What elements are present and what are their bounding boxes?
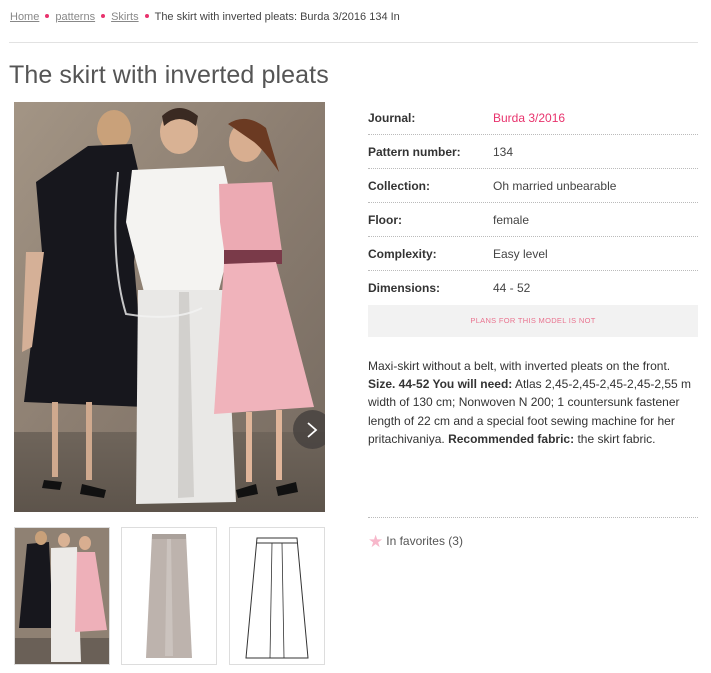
pattern-specs: Journal: Burda 3/2016 Pattern number: 13… — [368, 101, 698, 304]
breadcrumb-separator — [45, 14, 50, 19]
thumbnail-technical-drawing[interactable] — [229, 527, 325, 665]
fabric-value: the skirt fabric. — [577, 431, 656, 446]
breadcrumb-home-link[interactable]: Home — [10, 11, 39, 23]
star-icon: ★ — [368, 532, 384, 551]
spec-label: Collection: — [368, 179, 430, 193]
spec-row-floor: Floor: female — [368, 203, 698, 237]
spec-row-pattern-number: Pattern number: 134 — [368, 135, 698, 169]
breadcrumb-separator — [144, 14, 149, 19]
size-label: Size. 44-52 You will need: — [368, 377, 513, 392]
breadcrumb-separator — [101, 14, 106, 19]
next-photo-button[interactable] — [293, 410, 325, 449]
spec-row-journal: Journal: Burda 3/2016 — [368, 101, 698, 135]
thumbnail-three-women-image — [15, 528, 109, 664]
breadcrumb-skirts-link[interactable]: Skirts — [111, 11, 139, 23]
spec-row-collection: Collection: Oh married unbearable — [368, 169, 698, 203]
spec-label: Dimensions: — [368, 281, 441, 295]
fabric-label: Recommended fabric: — [448, 431, 575, 446]
spec-value: 134 — [493, 145, 514, 159]
thumbnail-skirt-drawing — [230, 528, 324, 664]
spec-row-dimensions: Dimensions: 44 - 52 — [368, 271, 698, 304]
header-divider — [9, 42, 698, 43]
thumbnail-skirt-image — [122, 528, 216, 664]
favorites-divider — [368, 517, 698, 518]
favorites-button[interactable]: ★ In favorites (3) — [368, 532, 463, 552]
favorites-label: In favorites (3) — [386, 534, 463, 548]
page-title: The skirt with inverted pleats — [9, 61, 329, 89]
breadcrumb: Home patterns Skirts The skirt with inverte… — [10, 11, 400, 23]
description-intro: Maxi-skirt without a belt, with inverted… — [368, 359, 671, 373]
chevron-right-icon — [307, 422, 318, 438]
spec-label: Journal: — [368, 111, 416, 125]
thumbnail-photo[interactable] — [14, 527, 110, 665]
breadcrumb-current: The skirt with inverted pleats: Burda 3/… — [154, 11, 400, 23]
plans-notice: PLANS FOR THIS MODEL IS NOT — [368, 305, 698, 337]
spec-label: Complexity: — [368, 247, 437, 261]
photo-three-women-in-dresses — [14, 102, 325, 512]
spec-value: Easy level — [493, 247, 548, 261]
main-product-photo[interactable] — [14, 102, 325, 512]
spec-value: 44 - 52 — [493, 281, 531, 295]
spec-label: Floor: — [368, 213, 402, 227]
spec-label: Pattern number: — [368, 145, 461, 159]
spec-row-complexity: Complexity: Easy level — [368, 237, 698, 271]
spec-value: female — [493, 213, 530, 227]
pattern-description: Maxi-skirt without a belt, with inverted… — [368, 357, 703, 448]
thumbnail-skirt-photo[interactable] — [121, 527, 217, 665]
spec-value: Oh married unbearable — [493, 179, 617, 193]
breadcrumb-patterns-link[interactable]: patterns — [55, 11, 95, 23]
journal-link[interactable]: Burda 3/2016 — [493, 111, 565, 125]
